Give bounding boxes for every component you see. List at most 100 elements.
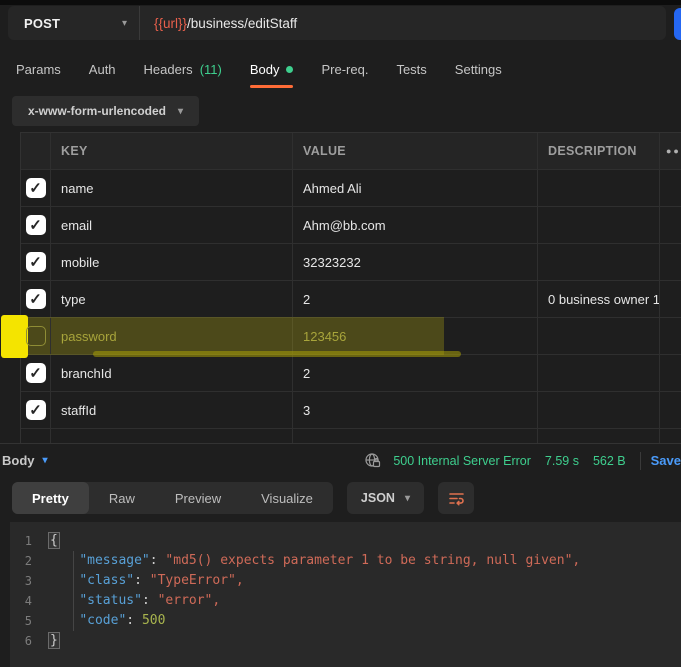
- request-url-bar: POST ▾ {{url}}/business/editStaff: [8, 6, 666, 40]
- line-number: 5: [10, 611, 48, 631]
- tab-tests[interactable]: Tests: [396, 50, 426, 88]
- value-input-password[interactable]: 123456: [293, 318, 538, 354]
- response-time[interactable]: 7.59 s: [545, 454, 579, 468]
- divider: [640, 452, 641, 470]
- network-security-icon[interactable]: [364, 452, 381, 469]
- chevron-down-icon: ▾: [178, 106, 183, 117]
- key-input-mobile[interactable]: mobile: [51, 244, 293, 280]
- description-input-branchid[interactable]: [538, 355, 660, 391]
- checkbox-checked-email[interactable]: ✓: [26, 215, 46, 235]
- code-line-2: 2 "message": "md5() expects parameter 1 …: [10, 551, 681, 571]
- checkbox-unchecked-password[interactable]: [26, 326, 46, 346]
- tab-body[interactable]: Body: [250, 50, 294, 88]
- tab-label: Tests: [396, 62, 426, 77]
- save-response-button[interactable]: Save: [651, 453, 681, 468]
- description-input-staffid[interactable]: [538, 392, 660, 428]
- row-extra-cell: [660, 318, 681, 354]
- tab-label: Headers: [144, 62, 193, 77]
- value-input-email[interactable]: Ahm@bb.com: [293, 207, 538, 243]
- key-input-type[interactable]: type: [51, 281, 293, 317]
- body-type-selector[interactable]: x-www-form-urlencoded ▾: [12, 96, 199, 126]
- header-checkbox-cell: [21, 133, 51, 169]
- table-row-staffid: ✓staffId3: [21, 392, 681, 429]
- column-header-value: VALUE: [293, 133, 538, 169]
- value-input-type[interactable]: 2: [293, 281, 538, 317]
- key-input-email[interactable]: email: [51, 207, 293, 243]
- wrap-lines-button[interactable]: [438, 482, 474, 514]
- checkbox-checked-mobile[interactable]: ✓: [26, 252, 46, 272]
- tab-headers[interactable]: Headers (11): [144, 50, 222, 88]
- row-extra-cell: [660, 281, 681, 317]
- checkbox-cell: ✓: [21, 355, 51, 391]
- row-extra-cell: [660, 392, 681, 428]
- value-input-mobile[interactable]: 32323232: [293, 244, 538, 280]
- checkbox-checked-type[interactable]: ✓: [26, 289, 46, 309]
- tab-settings[interactable]: Settings: [455, 50, 502, 88]
- row-extra-cell: [660, 170, 681, 206]
- response-view-controls: PrettyRawPreviewVisualize JSON ▾: [12, 482, 474, 514]
- tab-params[interactable]: Params: [16, 50, 61, 88]
- url-input[interactable]: {{url}}/business/editStaff: [140, 16, 297, 31]
- key-input-name[interactable]: name: [51, 170, 293, 206]
- request-tabs: Params Auth Headers (11) Body Pre-req. Tests Se…: [16, 50, 502, 88]
- response-format-label: JSON: [361, 491, 395, 505]
- description-input-name[interactable]: [538, 170, 660, 206]
- send-button[interactable]: [674, 8, 681, 40]
- table-row-name: ✓nameAhmed Ali: [21, 170, 681, 207]
- description-input-email[interactable]: [538, 207, 660, 243]
- response-status-group: 500 Internal Server Error 7.59 s 562 B S…: [364, 444, 681, 477]
- line-number: 6: [10, 631, 48, 651]
- line-number: 4: [10, 591, 48, 611]
- method-selector[interactable]: POST ▾: [8, 6, 140, 40]
- table-more-options-button[interactable]: ●●●: [660, 133, 681, 169]
- checkbox-checked-name[interactable]: ✓: [26, 178, 46, 198]
- description-input-password[interactable]: [538, 318, 660, 354]
- code-line-5: 5 "code": 500: [10, 611, 681, 631]
- response-tab-preview[interactable]: Preview: [155, 482, 241, 514]
- unsaved-changes-dot-icon: [286, 66, 293, 73]
- value-input-staffid[interactable]: 3: [293, 392, 538, 428]
- row-extra-cell: [660, 244, 681, 280]
- table-body: ✓nameAhmed Ali✓emailAhm@bb.com✓mobile323…: [21, 170, 681, 429]
- table-row-password: password123456: [21, 318, 681, 355]
- status-badge[interactable]: 500 Internal Server Error: [393, 454, 531, 468]
- code-content: {: [48, 531, 60, 551]
- key-input-staffid[interactable]: staffId: [51, 392, 293, 428]
- checkbox-cell: ✓: [21, 170, 51, 206]
- response-size[interactable]: 562 B: [593, 454, 626, 468]
- key-input-branchid[interactable]: branchId: [51, 355, 293, 391]
- ellipsis-icon: ●●●: [666, 146, 681, 156]
- tab-count-badge: (11): [200, 62, 222, 77]
- checkbox-checked-branchid[interactable]: ✓: [26, 363, 46, 383]
- checkbox-cell: ✓: [21, 244, 51, 280]
- response-body-dropdown[interactable]: Body ▾: [2, 453, 48, 468]
- response-tab-visualize[interactable]: Visualize: [241, 482, 333, 514]
- code-content: "class": "TypeError",: [48, 571, 244, 591]
- key-input-password[interactable]: password: [51, 318, 293, 354]
- chevron-down-icon: ▾: [122, 18, 127, 29]
- response-format-selector[interactable]: JSON ▾: [347, 482, 424, 514]
- description-input-type[interactable]: 0 business owner 1 ad: [538, 281, 660, 317]
- table-empty-row[interactable]: [21, 429, 681, 444]
- chevron-down-icon: ▾: [405, 493, 410, 504]
- tab-auth[interactable]: Auth: [89, 50, 116, 88]
- value-input-branchid[interactable]: 2: [293, 355, 538, 391]
- response-panel-label: Body: [2, 453, 35, 468]
- tab-label: Params: [16, 62, 61, 77]
- description-input-mobile[interactable]: [538, 244, 660, 280]
- table-header-row: KEY VALUE DESCRIPTION ●●●: [21, 133, 681, 170]
- checkbox-checked-staffid[interactable]: ✓: [26, 400, 46, 420]
- tab-pre-req[interactable]: Pre-req.: [321, 50, 368, 88]
- line-number: 1: [10, 531, 48, 551]
- url-variable: {{url}}: [154, 16, 187, 31]
- wrap-lines-icon: [448, 490, 465, 507]
- response-tab-raw[interactable]: Raw: [89, 482, 155, 514]
- form-data-table: KEY VALUE DESCRIPTION ●●● ✓nameAhmed Ali…: [20, 132, 681, 444]
- tab-label: Auth: [89, 62, 116, 77]
- tab-label: Settings: [455, 62, 502, 77]
- response-tab-pretty[interactable]: Pretty: [12, 482, 89, 514]
- value-input-name[interactable]: Ahmed Ali: [293, 170, 538, 206]
- window-top-edge: [0, 0, 681, 5]
- response-body-viewer[interactable]: 1{2 "message": "md5() expects parameter …: [10, 522, 681, 667]
- code-line-1: 1{: [10, 531, 681, 551]
